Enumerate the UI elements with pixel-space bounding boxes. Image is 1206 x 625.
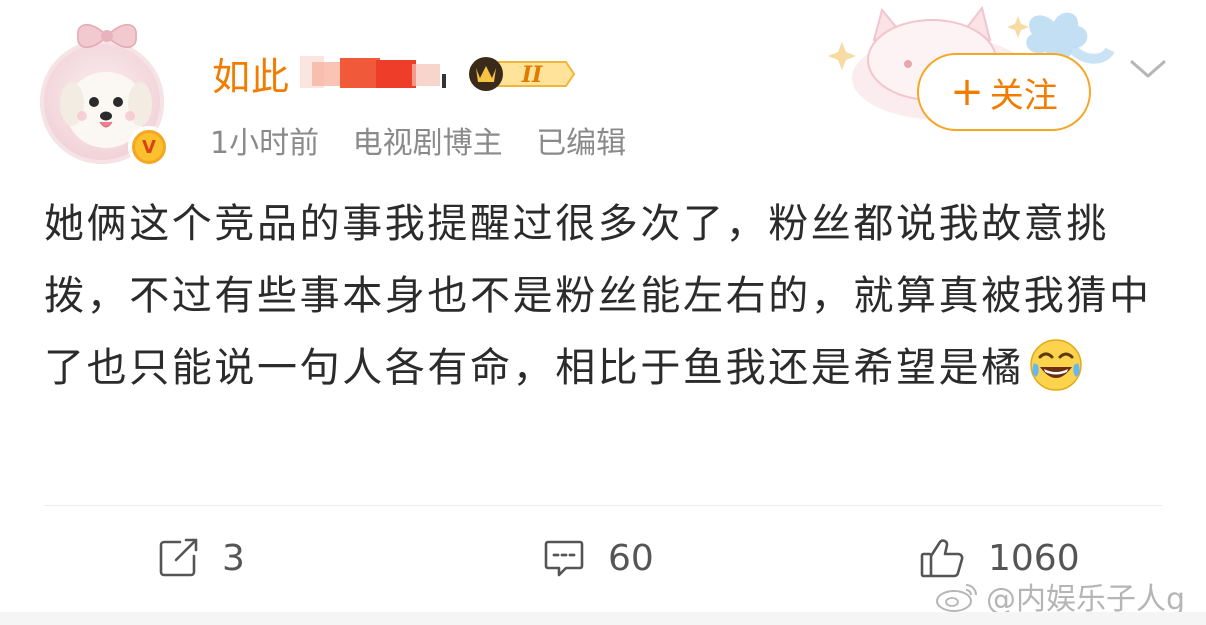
divider xyxy=(44,505,1162,506)
rank-badge-icon: II xyxy=(469,57,576,91)
comment-icon xyxy=(544,540,584,577)
thumbs-up-icon xyxy=(920,539,964,578)
follow-button-label: 关注 xyxy=(989,75,1058,116)
chevron-down-icon[interactable] xyxy=(1128,54,1168,82)
weibo-logo-icon xyxy=(936,584,977,612)
verified-badge: V xyxy=(128,126,170,168)
watermark: @内娱乐子人g xyxy=(934,576,1185,617)
weibo-post-card: V 如此 II 1小时前 电视剧博主 已编辑 + 关注 她俩这个竞品的事我提醒过… xyxy=(0,0,1206,625)
laughing-tears-emoji-icon xyxy=(1030,339,1082,391)
redacted-name-mask xyxy=(300,56,446,88)
post-text: 她俩这个竞品的事我提醒过很多次了，粉丝都说我故意挑拨，不过有些事本身也不是粉丝能… xyxy=(44,201,1152,391)
post-content: 她俩这个竞品的事我提醒过很多次了，粉丝都说我故意挑拨，不过有些事本身也不是粉丝能… xyxy=(44,188,1154,404)
edited-label: 已编辑 xyxy=(536,126,627,161)
avatar[interactable]: V xyxy=(34,18,174,168)
plus-icon: + xyxy=(950,69,984,115)
comment-count: 60 xyxy=(608,537,654,579)
verified-mark: V xyxy=(135,133,163,161)
repost-icon xyxy=(159,538,198,577)
bottom-separator xyxy=(0,612,1206,625)
repost-count: 3 xyxy=(222,537,245,579)
repost-button[interactable]: 3 xyxy=(156,532,245,584)
post-meta: 1小时前 电视剧博主 已编辑 xyxy=(210,118,650,162)
like-count: 1060 xyxy=(988,537,1080,579)
bow-icon xyxy=(77,24,137,48)
follow-button[interactable]: + 关注 xyxy=(917,53,1091,131)
user-role: 电视剧博主 xyxy=(352,126,503,161)
post-time: 1小时前 xyxy=(210,126,320,161)
user-name[interactable]: 如此 xyxy=(212,46,290,101)
comment-button[interactable]: 60 xyxy=(542,532,654,584)
rank-level: II xyxy=(521,62,543,88)
